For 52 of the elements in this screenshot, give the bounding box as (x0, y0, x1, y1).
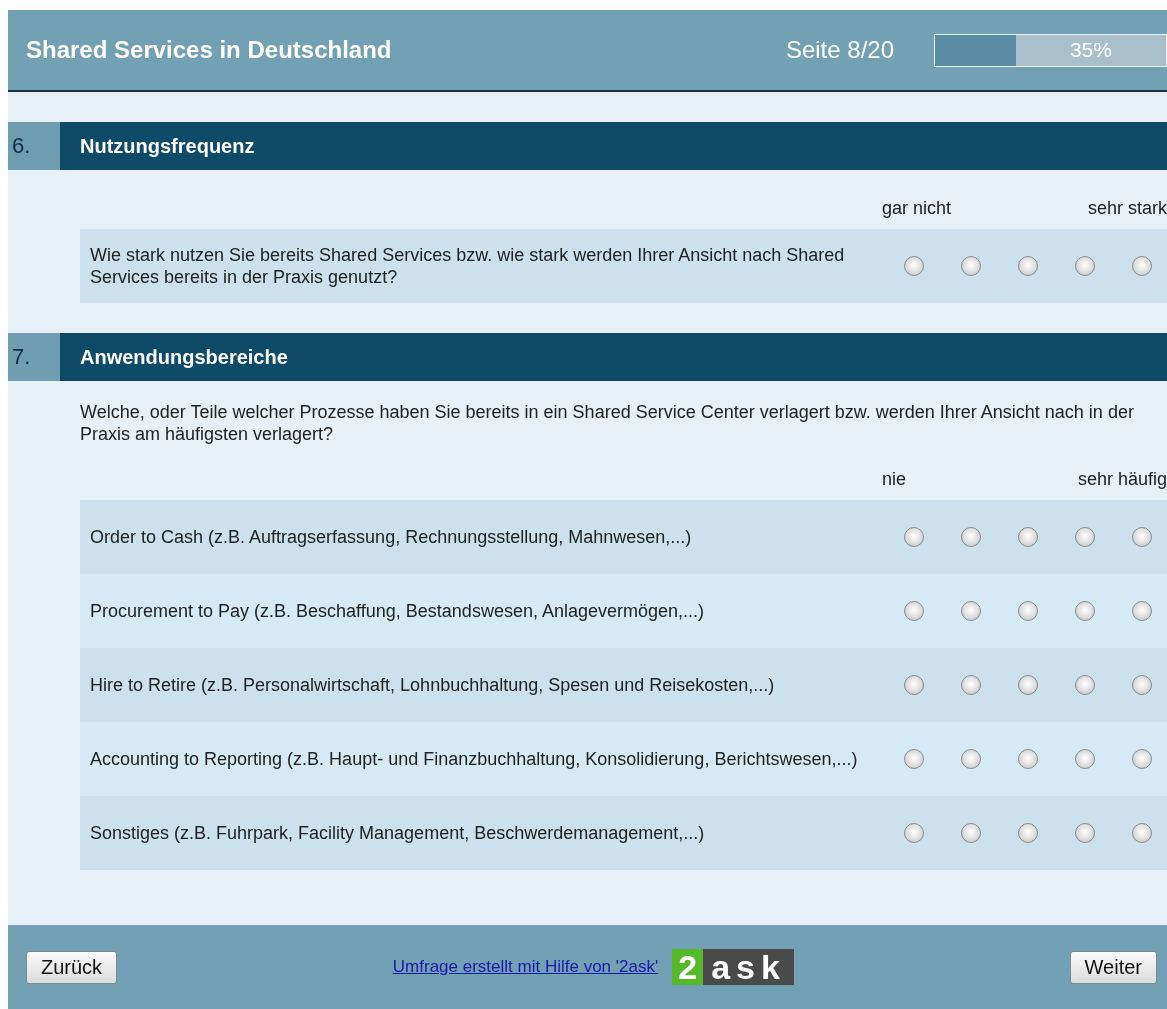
question-text: Welche, oder Teile welcher Prozesse haben Sie bereits in ein Shared Service Center verlagert bzw. werden Ihrer Ansicht nach in der Praxis am häufigsten verlagert? (80, 401, 1135, 445)
scale-low-label: gar nicht (882, 197, 952, 220)
radio-button[interactable] (904, 256, 924, 276)
item-text: Hire to Retire (z.B. Personalwirtschaft, Lohnbuchhaltung, Spesen und Reisekosten,...) (89, 674, 776, 696)
progress-reading: 35% (1068, 37, 1113, 63)
radio-button[interactable] (1018, 675, 1038, 695)
radio-button[interactable] (1132, 527, 1152, 547)
radio-button[interactable] (1132, 601, 1152, 621)
radio-button[interactable] (1018, 823, 1038, 843)
radio-button[interactable] (1075, 675, 1095, 695)
radio-button[interactable] (1075, 256, 1095, 276)
radio-button[interactable] (1075, 749, 1095, 769)
radio-button[interactable] (1132, 823, 1152, 843)
scale-low-label: nie (882, 468, 907, 491)
radio-button[interactable] (904, 749, 924, 769)
radio-button[interactable] (904, 527, 924, 547)
question-number: 7. (8, 333, 60, 381)
item-text: Accounting to Reporting (z.B. Haupt- und Finanzbuchhaltung, Konsolidierung, Berichtswesen,...) (89, 748, 859, 770)
back-button[interactable]: Zurück (26, 950, 118, 984)
radio-button[interactable] (961, 527, 981, 547)
radio-button[interactable] (1018, 601, 1038, 621)
radio-button[interactable] (1132, 256, 1152, 276)
page-counter: Seite 8/20 (785, 36, 894, 64)
scale-high-label: sehr häufig (1077, 468, 1167, 491)
credit-link[interactable]: Umfrage erstellt mit Hilfe von '2ask' (392, 957, 659, 977)
radio-button[interactable] (1018, 527, 1038, 547)
radio-button[interactable] (1132, 675, 1152, 695)
next-button[interactable]: Weiter (1069, 950, 1157, 984)
radio-button[interactable] (961, 601, 981, 621)
radio-button[interactable] (1075, 527, 1095, 547)
question-title: Anwendungsbereiche (60, 333, 1167, 381)
scale-high-label: sehr stark (1087, 197, 1167, 220)
survey-title: Shared Services in Deutschland (26, 36, 393, 64)
item-text: Wie stark nutzen Sie bereits Shared Services bzw. wie stark werden Ihrer Ansicht nach Shared Services bereits in der Praxis genutzt? (89, 244, 846, 288)
question-number: 6. (8, 122, 60, 170)
radio-button[interactable] (961, 675, 981, 695)
item-text: Sonstiges (z.B. Fuhrpark, Facility Management, Beschwerdemanagement,...) (89, 822, 706, 844)
item-text: Procurement to Pay (z.B. Beschaffung, Bestandswesen, Anlagevermögen,...) (89, 600, 705, 622)
radio-button[interactable] (1075, 823, 1095, 843)
radio-button[interactable] (1075, 601, 1095, 621)
radio-button[interactable] (961, 823, 981, 843)
radio-button[interactable] (1132, 749, 1152, 769)
question-title: Nutzungsfrequenz (60, 122, 1167, 170)
radio-button[interactable] (904, 601, 924, 621)
item-text: Order to Cash (z.B. Auftragserfassung, Rechnungsstellung, Mahnwesen,...) (89, 526, 693, 548)
radio-button[interactable] (961, 256, 981, 276)
radio-button[interactable] (904, 823, 924, 843)
radio-button[interactable] (961, 749, 981, 769)
radio-button[interactable] (1018, 749, 1038, 769)
logo: 2 ask (672, 949, 794, 985)
radio-button[interactable] (1018, 256, 1038, 276)
radio-button[interactable] (904, 675, 924, 695)
